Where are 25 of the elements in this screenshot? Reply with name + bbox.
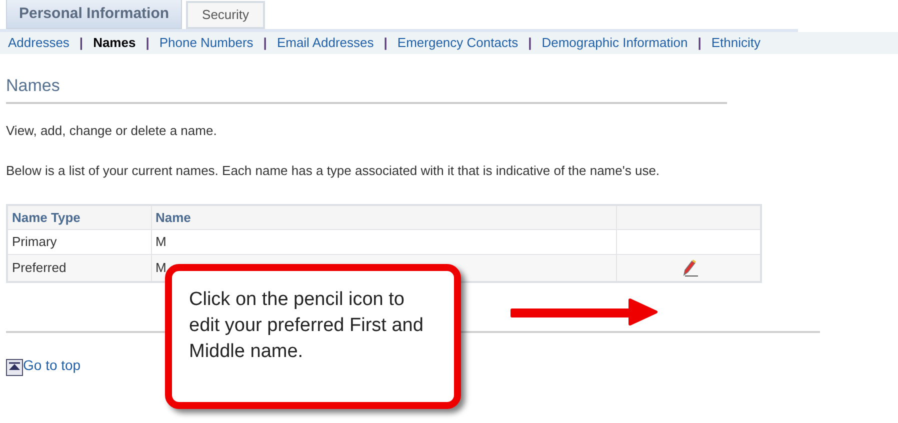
tab[interactable]: Personal Information bbox=[6, 0, 182, 29]
nav-link[interactable]: Demographic Information bbox=[542, 33, 688, 53]
nav-link[interactable]: Addresses bbox=[8, 33, 70, 53]
tab[interactable]: Security bbox=[186, 1, 265, 29]
nav-link[interactable]: Emergency Contacts bbox=[397, 33, 518, 53]
separator: | bbox=[382, 34, 388, 52]
nav-link[interactable]: Phone Numbers bbox=[159, 33, 254, 53]
table-cell: Primary bbox=[7, 229, 151, 254]
callout-box: Click on the pencil icon to edit your preferred First and Middle name. bbox=[165, 264, 461, 409]
nav-link[interactable]: Ethnicity bbox=[711, 33, 760, 53]
description-text: Below is a list of your current names. Each name has a type associated with it that is indicative of the name's use. bbox=[6, 162, 661, 180]
go-to-top-icon[interactable] bbox=[6, 359, 23, 376]
separator: | bbox=[78, 34, 84, 52]
separator: | bbox=[527, 34, 533, 52]
separator: | bbox=[262, 34, 268, 52]
column-header: Name bbox=[151, 205, 616, 229]
column-header: Name Type bbox=[7, 205, 151, 229]
separator: | bbox=[696, 34, 702, 52]
go-to-top-link[interactable]: Go to top bbox=[23, 355, 81, 376]
intro-text: View, add, change or delete a name. bbox=[6, 122, 218, 140]
table-cell: M bbox=[151, 229, 616, 254]
page-heading: Names bbox=[6, 75, 61, 97]
nav-link[interactable]: Names bbox=[93, 33, 136, 53]
separator: | bbox=[144, 34, 150, 52]
nav-link[interactable]: Email Addresses bbox=[276, 33, 374, 53]
